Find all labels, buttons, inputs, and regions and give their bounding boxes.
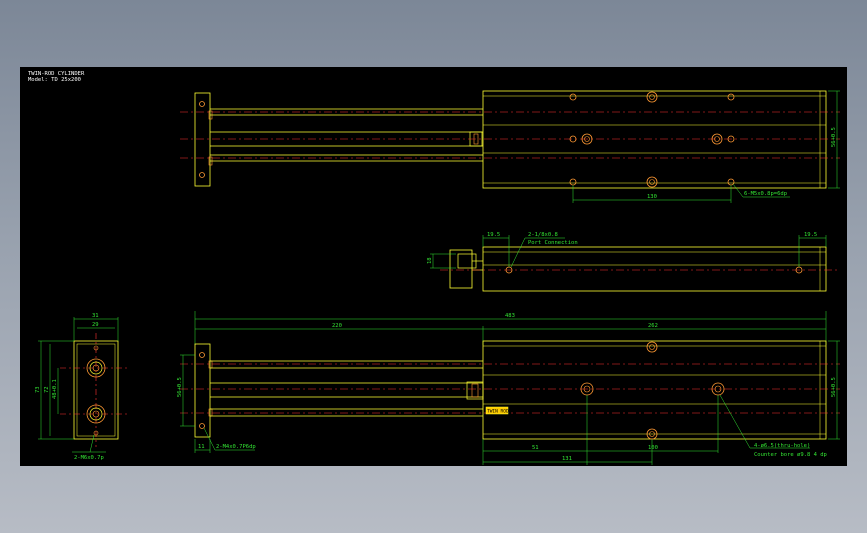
side-view: 19.5 19.5 2-1/8x0.8 Port Connection 18 [427, 232, 840, 292]
dim-front-right-height: 56+0.5 [831, 377, 837, 397]
dim-end-height-inner: 72 [44, 386, 50, 393]
dim-top-height: 56+0.5 [831, 127, 837, 147]
dim-total-length: 483 [505, 313, 515, 319]
callout-mount-holes: 6-M5x0.8p=6dp [744, 191, 787, 197]
callout-counterbore: 4-ø6.5(thru-hole) [754, 443, 810, 449]
dim-end-rod-pitch: 48+0.1 [52, 379, 58, 399]
callout-port: 2-1/8x0.8 [528, 232, 558, 238]
dim-rod-length: 220 [332, 323, 342, 329]
callout-counterbore-note: Counter bore ø9.8 4 dp [754, 452, 827, 458]
cad-drawing: TWIN-ROD CYLINDER Model: TD 25x200 130 6… [28, 71, 840, 465]
dim-end-height-outer: 73 [35, 386, 41, 393]
end-view: 31 29 73 72 48+0.1 2-M6x0.7p [35, 313, 130, 461]
dim-side-right-offset: 19.5 [804, 232, 817, 238]
dim-front-131: 131 [562, 456, 572, 462]
dim-end-width-inner: 29 [92, 322, 99, 328]
dim-front-100: 100 [648, 445, 658, 451]
dim-front-left-height: 56+0.5 [177, 377, 183, 397]
dim-front-51: 51 [532, 445, 539, 451]
top-view: 130 6-M5x0.8p=6dp 56+0.5 [180, 90, 840, 203]
callout-plate-thread: 2-M4x0.7P6dp [216, 444, 256, 450]
dim-end-width-outer: 31 [92, 313, 99, 319]
front-label-plate: TWIN ROD [487, 409, 509, 415]
callout-port-note: Port Connection [528, 240, 578, 246]
dim-side-rod-height: 18 [427, 257, 433, 264]
title-line-2: Model: TD 25x200 [28, 77, 81, 83]
cad-viewport[interactable]: TWIN-ROD CYLINDER Model: TD 25x200 130 6… [20, 67, 847, 466]
dim-plate-thickness: 11 [198, 444, 205, 450]
dim-body-length: 262 [648, 323, 658, 329]
front-view: 483 220 262 TWIN ROD 56+0.5 11 2-M4x0.7P… [177, 311, 840, 465]
dim-hole-pitch: 130 [647, 194, 657, 200]
dim-side-left-offset: 19.5 [487, 232, 500, 238]
callout-end-thread: 2-M6x0.7p [74, 455, 104, 461]
